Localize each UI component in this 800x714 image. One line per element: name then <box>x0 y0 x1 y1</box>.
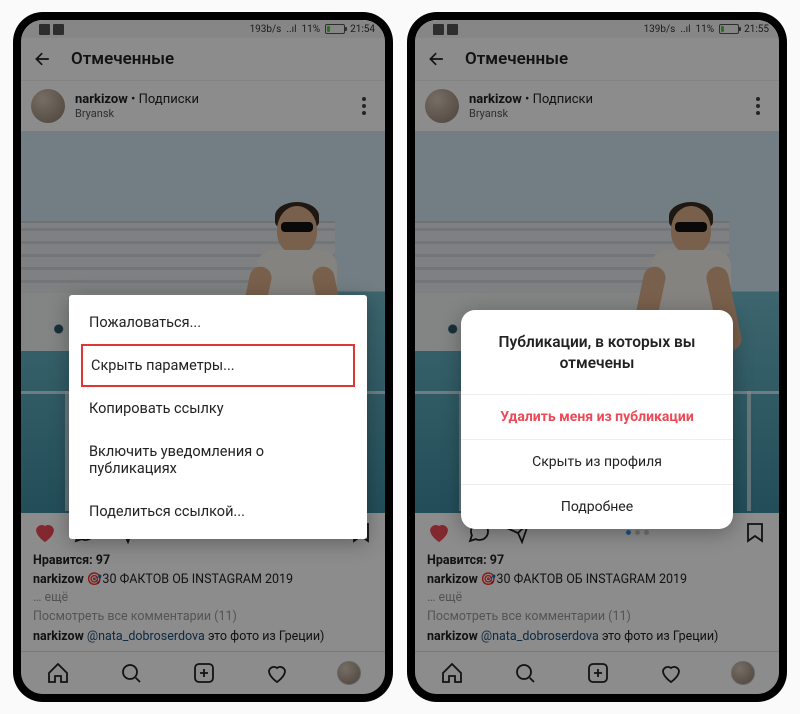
menu-enable-notifications[interactable]: Включить уведомления о публикациях <box>69 430 367 490</box>
menu-copy-link[interactable]: Копировать ссылку <box>69 387 367 430</box>
dialog-remove-me[interactable]: Удалить меня из публикации <box>461 394 733 439</box>
dialog-learn-more[interactable]: Подробнее <box>461 484 733 529</box>
screen-left: 193b/s ..ıl 11% 21:54 Отмеченные narkizo… <box>21 20 385 694</box>
dialog-hide-from-profile[interactable]: Скрыть из профиля <box>461 439 733 484</box>
context-menu: Пожаловаться... Скрыть параметры... Копи… <box>69 295 367 539</box>
dialog-title: Публикации, в которых вы отмечены <box>461 310 733 394</box>
menu-share-link[interactable]: Поделиться ссылкой... <box>69 490 367 533</box>
tagged-dialog: Публикации, в которых вы отмечены Удалит… <box>461 310 733 529</box>
menu-hide-options[interactable]: Скрыть параметры... <box>81 344 355 387</box>
phone-left: 193b/s ..ıl 11% 21:54 Отмеченные narkizo… <box>13 12 393 702</box>
menu-report[interactable]: Пожаловаться... <box>69 301 367 344</box>
phone-right: 139b/s ..ıl 11% 21:55 Отмеченные narkizo… <box>407 12 787 702</box>
screen-right: 139b/s ..ıl 11% 21:55 Отмеченные narkizo… <box>415 20 779 694</box>
